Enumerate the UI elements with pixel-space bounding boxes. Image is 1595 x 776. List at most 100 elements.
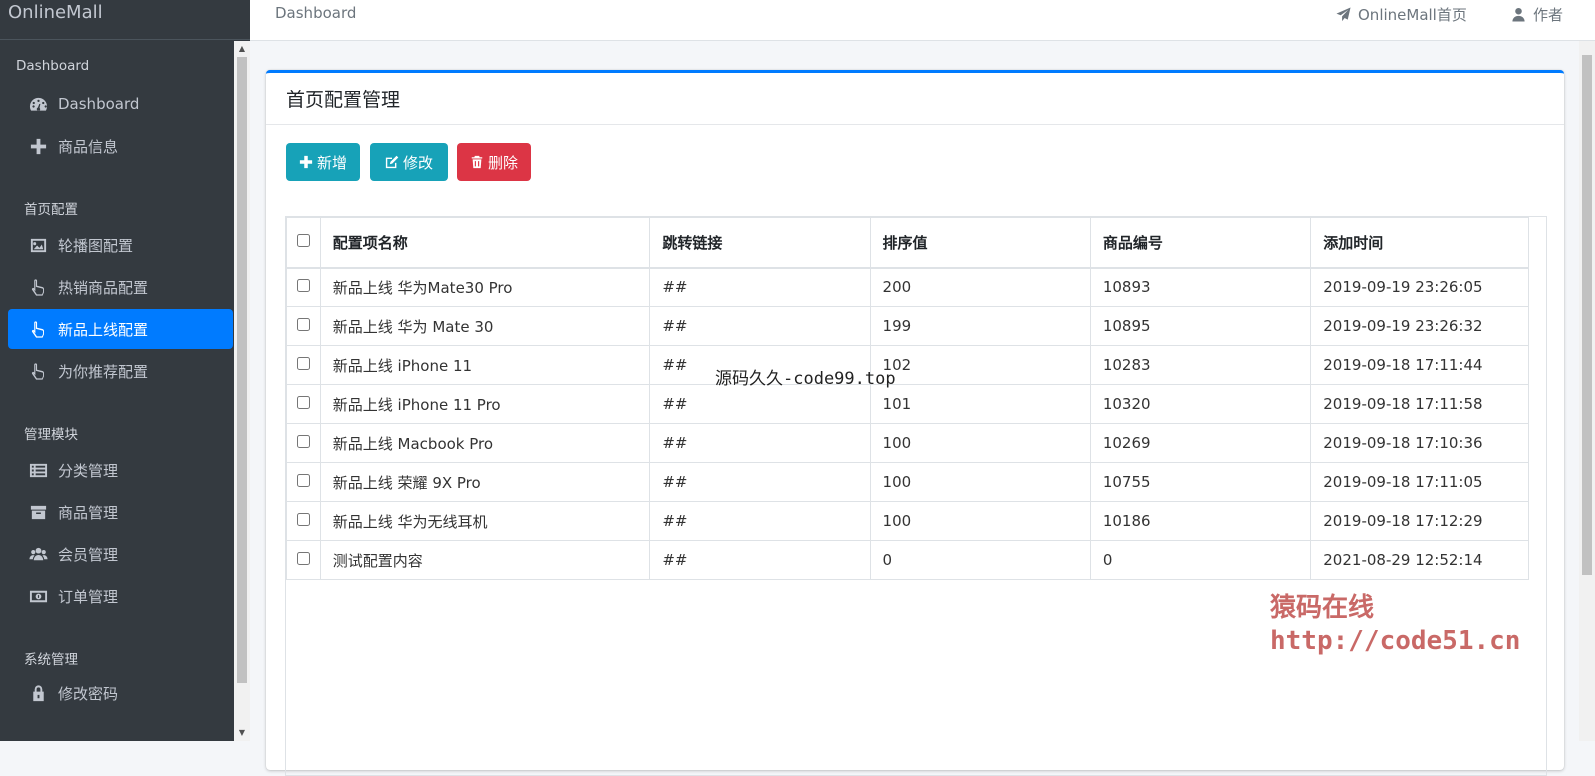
- select-all-checkbox[interactable]: [296, 234, 310, 248]
- sidebar-scrollbar-thumb[interactable]: [237, 57, 247, 683]
- watermark-corner-line1: 猿码在线: [1270, 593, 1375, 623]
- plus-icon: [28, 136, 48, 156]
- cell-config-name: 新品上线 iPhone 11 Pro: [319, 384, 651, 424]
- cell-redirect-link: ##: [649, 423, 871, 463]
- column-header-create-time[interactable]: 添加时间: [1310, 217, 1529, 269]
- sidebar-item-label: 商品信息: [58, 137, 119, 156]
- column-header-rank[interactable]: 排序值: [869, 217, 1091, 269]
- cell-rank: 200: [869, 267, 1091, 307]
- sidebar-item-carousel-config[interactable]: 轮播图配置: [8, 225, 233, 265]
- author-link[interactable]: 作者: [1511, 4, 1563, 25]
- cell-goods-id: 10186: [1089, 501, 1312, 541]
- home-link-label: OnlineMall首页: [1358, 6, 1467, 24]
- sidebar-header-management: 管理模块: [24, 427, 78, 443]
- table-row[interactable]: 新品上线 荣耀 9X Pro ## 100 10755 2019-09-18 17:11…: [286, 462, 1529, 502]
- home-link[interactable]: OnlineMall首页: [1336, 4, 1467, 25]
- column-header-goods-id[interactable]: 商品编号: [1089, 217, 1312, 269]
- add-button[interactable]: 新增: [286, 143, 360, 181]
- row-select-cell: [286, 501, 321, 541]
- sidebar-item-new-arrivals-config[interactable]: 新品上线配置: [8, 309, 233, 349]
- breadcrumb[interactable]: Dashboard: [275, 4, 356, 22]
- row-checkbox[interactable]: [296, 435, 310, 448]
- cell-create-time: 2019-09-19 23:26:05: [1310, 267, 1529, 307]
- user-icon: [1512, 7, 1525, 22]
- row-checkbox[interactable]: [296, 279, 310, 293]
- cell-rank: 100: [869, 423, 1091, 463]
- lock-icon: [28, 683, 48, 703]
- cell-redirect-link: ##: [649, 267, 871, 307]
- table-container: 配置项名称 跳转链接 排序值 商品编号 添加时间 新品上线 华为Mate30 P…: [285, 216, 1547, 776]
- column-header-name[interactable]: 配置项名称: [319, 217, 651, 269]
- sidebar-item-label: 会员管理: [58, 545, 119, 564]
- row-select-cell: [286, 423, 321, 463]
- sidebar-item-member-management[interactable]: 会员管理: [8, 534, 233, 574]
- table-row[interactable]: 新品上线 iPhone 11 Pro ## 101 10320 2019-09-18 1…: [286, 384, 1529, 424]
- top-navbar: Dashboard OnlineMall首页 作者: [250, 0, 1595, 41]
- row-checkbox[interactable]: [296, 513, 310, 526]
- trash-icon: [471, 155, 483, 169]
- brand-logo[interactable]: OnlineMall: [0, 0, 250, 40]
- row-checkbox[interactable]: [296, 357, 310, 370]
- cell-config-name: 新品上线 荣耀 9X Pro: [319, 462, 651, 502]
- cell-config-name: 新品上线 华为无线耳机: [319, 501, 651, 541]
- sidebar-item-dashboard[interactable]: Dashboard: [8, 84, 233, 124]
- cell-rank: 102: [869, 345, 1091, 385]
- scroll-down-arrow-icon[interactable]: ▼: [234, 725, 250, 741]
- row-checkbox[interactable]: [296, 318, 310, 331]
- sidebar-item-hot-config[interactable]: 热销商品配置: [8, 267, 233, 307]
- select-all-cell: [286, 217, 321, 269]
- row-checkbox[interactable]: [296, 552, 310, 565]
- delete-button[interactable]: 删除: [457, 143, 531, 181]
- cell-goods-id: 0: [1089, 540, 1312, 580]
- delete-button-label: 删除: [487, 153, 518, 172]
- money-icon: [28, 586, 48, 606]
- row-checkbox[interactable]: [296, 474, 310, 487]
- cell-rank: 101: [869, 384, 1091, 424]
- row-checkbox[interactable]: [296, 396, 310, 409]
- config-table: 配置项名称 跳转链接 排序值 商品编号 添加时间 新品上线 华为Mate30 P…: [286, 217, 1529, 580]
- sidebar-item-change-password[interactable]: 修改密码: [8, 673, 233, 713]
- table-body: 新品上线 华为Mate30 Pro ## 200 10893 2019-09-19 23…: [286, 267, 1529, 580]
- watermark-center: 源码久久-code99.top: [715, 369, 896, 389]
- sidebar-item-label: 分类管理: [58, 461, 119, 480]
- table-row[interactable]: 新品上线 华为 Mate 30 ## 199 10895 2019-09-19 23:2…: [286, 306, 1529, 346]
- cell-config-name: 新品上线 华为 Mate 30: [319, 306, 651, 346]
- table-row[interactable]: 新品上线 Macbook Pro ## 100 10269 2019-09-18 17:…: [286, 423, 1529, 463]
- sidebar-item-recommend-config[interactable]: 为你推荐配置: [8, 351, 233, 391]
- cell-goods-id: 10755: [1089, 462, 1312, 502]
- config-card: 首页配置管理 新增 修改 删除 配置项名称 跳转链接 排序值 商品编号 添加时间…: [266, 70, 1564, 776]
- cell-goods-id: 10320: [1089, 384, 1312, 424]
- cell-config-name: 新品上线 Macbook Pro: [319, 423, 651, 463]
- cell-rank: 199: [869, 306, 1091, 346]
- cell-goods-id: 10269: [1089, 423, 1312, 463]
- cell-rank: 0: [869, 540, 1091, 580]
- sidebar-item-order-management[interactable]: 订单管理: [8, 576, 233, 616]
- cell-goods-id: 10895: [1089, 306, 1312, 346]
- table-row[interactable]: 测试配置内容 ## 0 0 2021-08-29 12:52:14: [286, 540, 1529, 580]
- table-header-row: 配置项名称 跳转链接 排序值 商品编号 添加时间: [286, 217, 1529, 269]
- cell-create-time: 2019-09-19 23:26:32: [1310, 306, 1529, 346]
- cell-create-time: 2019-09-18 17:11:05: [1310, 462, 1529, 502]
- cell-rank: 100: [869, 501, 1091, 541]
- dashboard-icon: [28, 94, 48, 114]
- table-row[interactable]: 新品上线 华为Mate30 Pro ## 200 10893 2019-09-19 23…: [286, 267, 1529, 307]
- table-row[interactable]: 新品上线 iPhone 11 ## 102 10283 2019-09-18 17:11…: [286, 345, 1529, 385]
- table-row[interactable]: 新品上线 华为无线耳机 ## 100 10186 2019-09-18 17:12:29: [286, 501, 1529, 541]
- row-select-cell: [286, 345, 321, 385]
- cell-rank: 100: [869, 462, 1091, 502]
- edit-icon: [385, 155, 399, 169]
- page-scrollbar-thumb[interactable]: [1582, 55, 1592, 575]
- hand-pointer-icon: [28, 319, 48, 339]
- column-header-link[interactable]: 跳转链接: [649, 217, 871, 269]
- list-icon: [28, 460, 48, 480]
- sidebar-item-category-management[interactable]: 分类管理: [8, 450, 233, 490]
- hand-pointer-icon: [28, 361, 48, 381]
- cell-redirect-link: ##: [649, 501, 871, 541]
- sidebar-item-product-management[interactable]: 商品管理: [8, 492, 233, 532]
- cell-redirect-link: ##: [649, 540, 871, 580]
- add-button-label: 新增: [316, 153, 347, 172]
- sidebar-item-label: 商品管理: [58, 503, 119, 522]
- scroll-up-arrow-icon[interactable]: ▲: [234, 41, 250, 57]
- sidebar-item-product-info[interactable]: 商品信息: [8, 126, 233, 166]
- edit-button[interactable]: 修改: [370, 143, 448, 181]
